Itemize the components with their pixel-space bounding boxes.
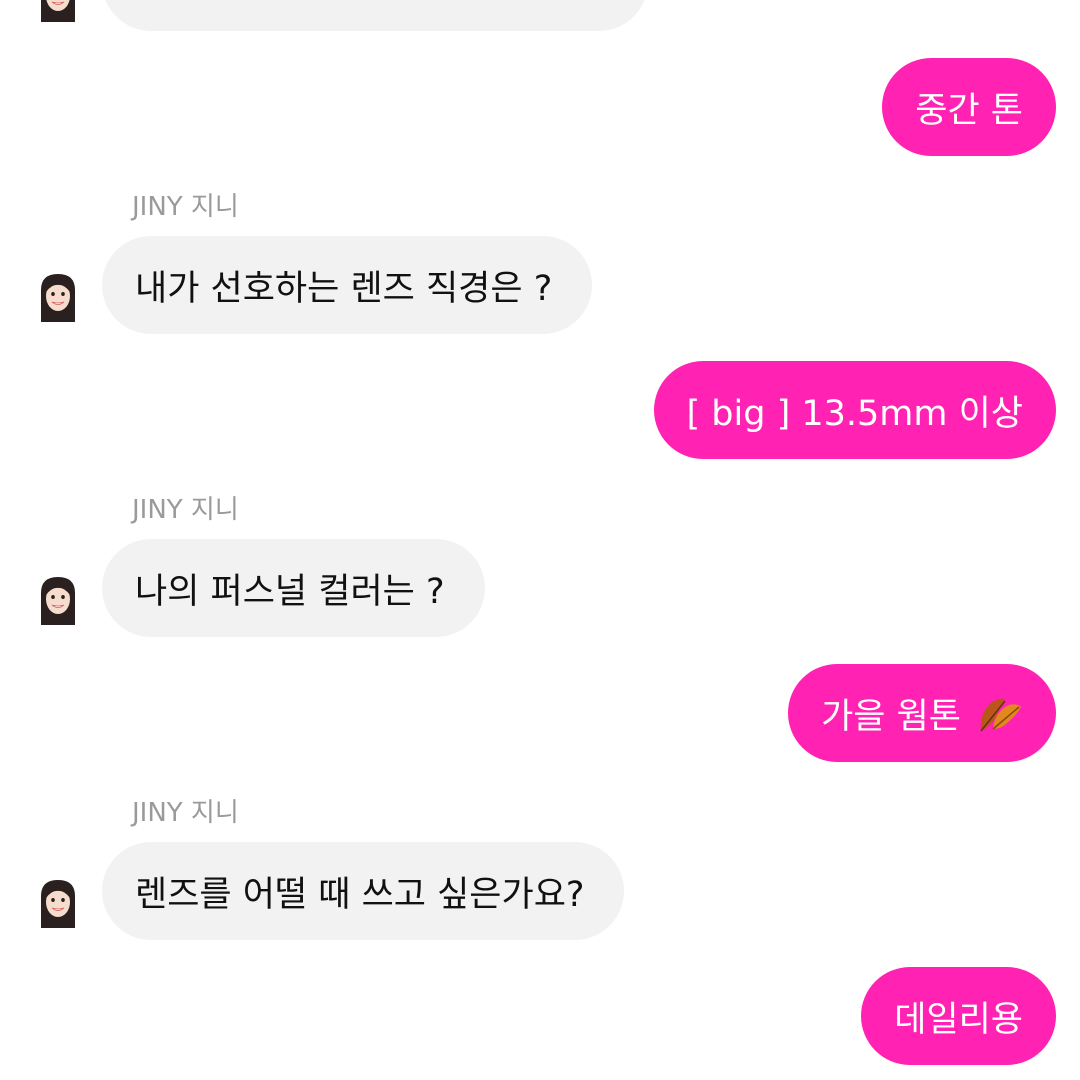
outgoing-message-bubble: [ big ] 13.5mm 이상 xyxy=(653,361,1056,459)
sender-name: JINY 지니 xyxy=(132,798,239,828)
message-text: 내가 선호하는 렌즈 직경은 ? xyxy=(135,268,553,309)
sender-name: JINY 지니 xyxy=(132,495,239,525)
message-text: 나의 퍼스널 컬러는 ? xyxy=(135,571,445,612)
incoming-message-bubble: 나의 퍼스널 컬러는 ? xyxy=(102,539,485,637)
incoming-message-bubble: 렌즈를 어떨 때 쓰고 싶은가요? xyxy=(102,842,625,940)
avatar[interactable] xyxy=(38,878,78,930)
sender-name: JINY 지니 xyxy=(132,192,239,222)
fallen-leaf-icon xyxy=(975,691,1023,735)
incoming-message-bubble xyxy=(102,0,648,31)
incoming-message-bubble: 내가 선호하는 렌즈 직경은 ? xyxy=(102,236,593,334)
avatar[interactable] xyxy=(38,272,78,324)
outgoing-message-bubble: 중간 톤 xyxy=(882,58,1056,156)
message-text: 렌즈를 어떨 때 쓰고 싶은가요? xyxy=(135,874,585,915)
message-text: 중간 톤 xyxy=(915,90,1023,131)
outgoing-message-bubble: 가을 웜톤 xyxy=(788,664,1056,762)
message-text: [ big ] 13.5mm 이상 xyxy=(686,393,1024,434)
avatar[interactable] xyxy=(38,0,78,24)
outgoing-message-bubble: 데일리용 xyxy=(861,967,1056,1065)
message-text: 데일리용 xyxy=(894,999,1023,1040)
message-text: 가을 웜톤 xyxy=(821,696,961,737)
avatar[interactable] xyxy=(38,575,78,627)
